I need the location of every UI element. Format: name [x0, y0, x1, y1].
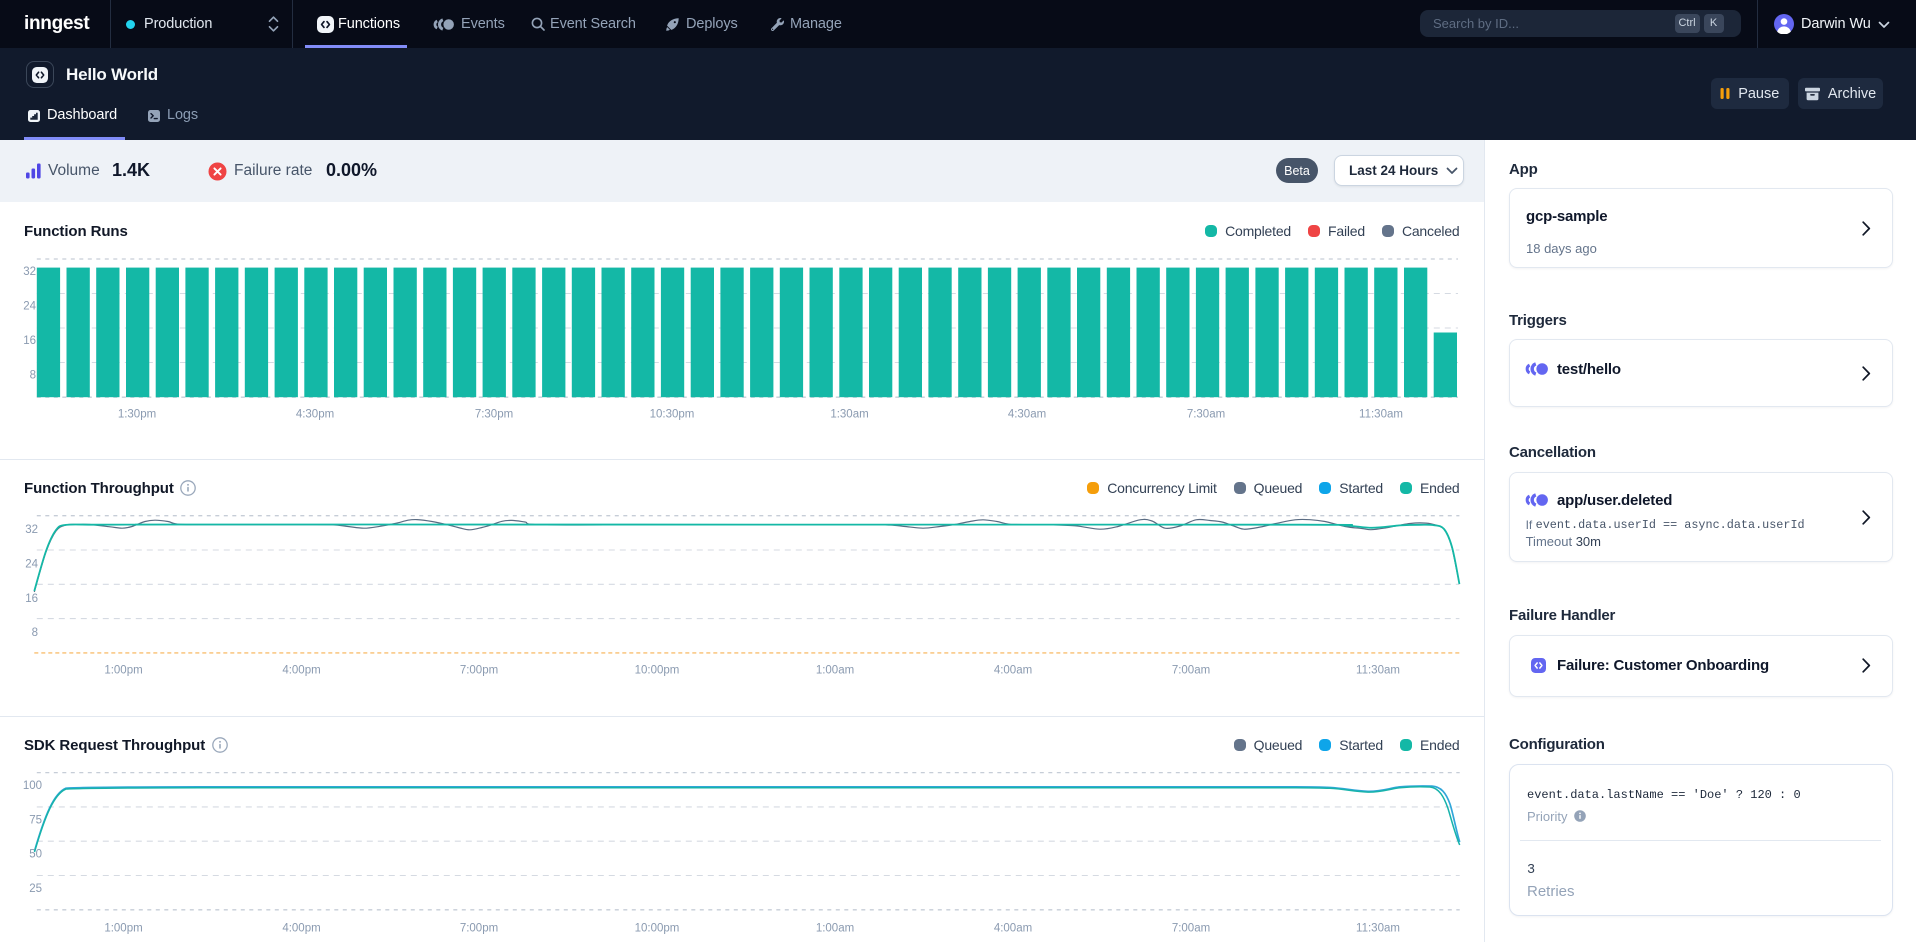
svg-text:7:30pm: 7:30pm [475, 409, 513, 421]
svg-text:25: 25 [29, 883, 42, 895]
svg-text:10:00pm: 10:00pm [635, 665, 680, 677]
svg-text:4:00am: 4:00am [994, 922, 1032, 934]
svg-text:24: 24 [25, 558, 38, 570]
svg-text:32: 32 [23, 266, 36, 278]
svg-text:11:30am: 11:30am [1356, 665, 1400, 677]
svg-text:7:00pm: 7:00pm [460, 922, 498, 934]
svg-text:24: 24 [23, 300, 36, 312]
svg-text:16: 16 [23, 335, 36, 347]
svg-text:4:00am: 4:00am [994, 665, 1032, 677]
svg-text:7:00am: 7:00am [1172, 665, 1210, 677]
svg-text:7:00pm: 7:00pm [460, 665, 498, 677]
svg-text:1:30pm: 1:30pm [118, 409, 156, 421]
svg-text:100: 100 [23, 780, 42, 792]
svg-text:16: 16 [25, 593, 38, 605]
svg-text:32: 32 [25, 524, 38, 536]
svg-text:11:30am: 11:30am [1356, 922, 1400, 934]
svg-text:1:00pm: 1:00pm [104, 922, 142, 934]
svg-text:7:30am: 7:30am [1187, 409, 1225, 421]
svg-text:75: 75 [29, 814, 42, 826]
svg-text:1:30am: 1:30am [830, 409, 868, 421]
svg-text:4:00pm: 4:00pm [282, 665, 320, 677]
svg-text:4:30am: 4:30am [1008, 409, 1046, 421]
svg-text:8: 8 [32, 627, 38, 639]
svg-text:11:30am: 11:30am [1359, 409, 1403, 421]
svg-text:1:00pm: 1:00pm [104, 665, 142, 677]
svg-text:1:00am: 1:00am [816, 922, 854, 934]
svg-text:10:00pm: 10:00pm [635, 922, 680, 934]
svg-text:50: 50 [29, 849, 42, 861]
svg-text:1:00am: 1:00am [816, 665, 854, 677]
svg-text:8: 8 [30, 369, 36, 381]
svg-text:4:30pm: 4:30pm [296, 409, 334, 421]
svg-text:7:00am: 7:00am [1172, 922, 1210, 934]
svg-text:10:30pm: 10:30pm [650, 409, 695, 421]
svg-text:4:00pm: 4:00pm [282, 922, 320, 934]
